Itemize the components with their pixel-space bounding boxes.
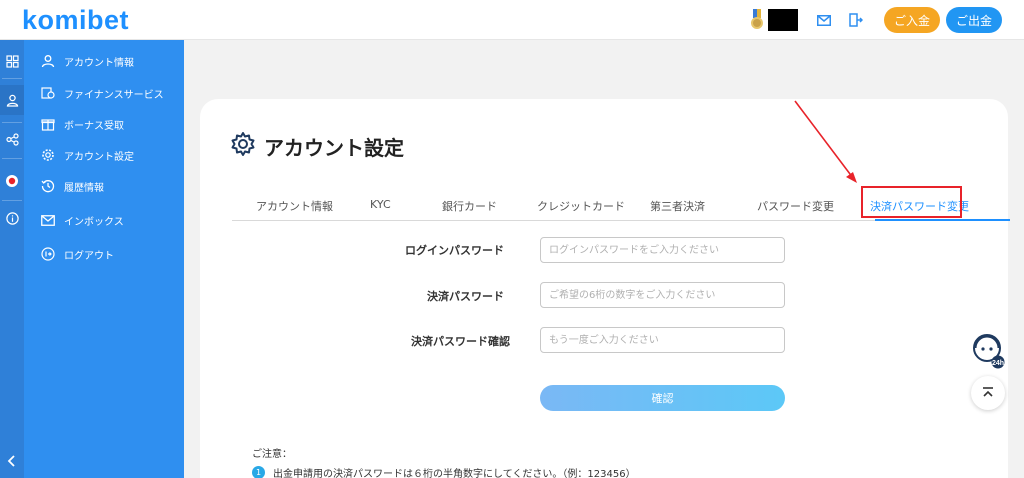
sidebar-menu: アカウント情報 ファイナンスサービス ボーナス受取 アカウント設定 履歴情報 イ…	[24, 40, 184, 478]
note-number-badge: 1	[252, 466, 265, 478]
sidebar-item-account-info[interactable]: アカウント情報	[40, 51, 134, 71]
sidebar-item-label: アカウント情報	[64, 57, 134, 69]
sidebar-item-inbox[interactable]: インボックス	[40, 210, 124, 230]
header-actions: ご入金 ご出金	[750, 7, 1002, 33]
tab-kyc[interactable]: KYC	[370, 198, 391, 211]
login-password-input[interactable]	[540, 237, 785, 263]
login-password-label: ログインパスワード	[405, 244, 504, 257]
record-icon[interactable]	[0, 166, 24, 196]
confirm-payment-password-input[interactable]	[540, 327, 785, 353]
deposit-button[interactable]: ご入金	[884, 7, 940, 33]
finance-icon	[40, 85, 56, 101]
top-header: komibet ご入金 ご出金	[0, 0, 1024, 40]
icon-rail	[0, 40, 24, 478]
info-icon[interactable]	[0, 203, 24, 233]
sidebar-item-bonus[interactable]: ボーナス受取	[40, 114, 124, 134]
withdraw-button[interactable]: ご出金	[946, 7, 1002, 33]
account-settings-card: アカウント設定 アカウント情報 KYC 銀行カード クレジットカード 第三者決済…	[200, 99, 1010, 478]
share-icon[interactable]	[0, 124, 24, 154]
active-tab-indicator	[875, 219, 1010, 221]
grid-icon[interactable]	[0, 46, 24, 76]
back-to-top-button[interactable]	[971, 376, 1005, 410]
note-item: 1 出金申請用の決済パスワードは６桁の半角数字にしてください。（例：123456…	[252, 465, 636, 478]
confirm-button[interactable]: 確認	[540, 385, 785, 411]
sidebar-item-label: ファイナンスサービス	[64, 89, 164, 101]
user-icon	[40, 53, 56, 69]
tab-credit-card[interactable]: クレジットカード	[537, 198, 625, 214]
gear-icon	[40, 147, 56, 163]
sidebar-item-label: 履歴情報	[64, 182, 104, 194]
medal-icon[interactable]	[750, 9, 764, 31]
chevron-up-icon	[983, 387, 993, 397]
sidebar-item-history[interactable]: 履歴情報	[40, 176, 104, 196]
mail-icon[interactable]	[814, 10, 834, 30]
logo[interactable]: komibet	[22, 5, 129, 36]
sidebar-item-label: ログアウト	[64, 250, 114, 262]
gear-icon	[230, 131, 256, 161]
sidebar-item-logout[interactable]: ログアウト	[40, 244, 114, 264]
payment-password-input[interactable]	[540, 282, 785, 308]
payment-password-label: 決済パスワード	[427, 290, 504, 303]
inbox-icon	[40, 212, 56, 228]
tab-third-party-payment[interactable]: 第三者決済	[650, 198, 705, 214]
page-title-wrap: アカウント設定	[230, 131, 404, 161]
collapse-chevron-icon[interactable]	[0, 446, 24, 476]
logout-icon	[40, 246, 56, 262]
annotation-highlight-box	[861, 186, 962, 218]
support-24h-icon[interactable]: 24h	[970, 330, 1008, 370]
tab-account-info[interactable]: アカウント情報	[256, 198, 333, 214]
sidebar-item-label: アカウント設定	[64, 151, 134, 163]
logout-icon[interactable]	[846, 10, 866, 30]
user-icon[interactable]	[0, 85, 24, 115]
page-title: アカウント設定	[264, 135, 404, 160]
notes-title: ご注意：	[252, 449, 292, 460]
sidebar-item-finance[interactable]: ファイナンスサービス	[40, 83, 164, 103]
note-text: 出金申請用の決済パスワードは６桁の半角数字にしてください。（例：123456）	[273, 469, 636, 478]
sidebar-item-label: ボーナス受取	[64, 120, 124, 132]
sidebar-item-account-settings[interactable]: アカウント設定	[40, 145, 134, 165]
svg-text:24h: 24h	[992, 360, 1004, 367]
confirm-payment-password-label: 決済パスワード確認	[411, 335, 510, 348]
tab-password-change[interactable]: パスワード変更	[757, 198, 834, 214]
history-icon	[40, 178, 56, 194]
username-redacted	[768, 9, 798, 31]
tab-bank-card[interactable]: 銀行カード	[442, 198, 497, 214]
bonus-icon	[40, 116, 56, 132]
sidebar-item-label: インボックス	[64, 216, 124, 228]
